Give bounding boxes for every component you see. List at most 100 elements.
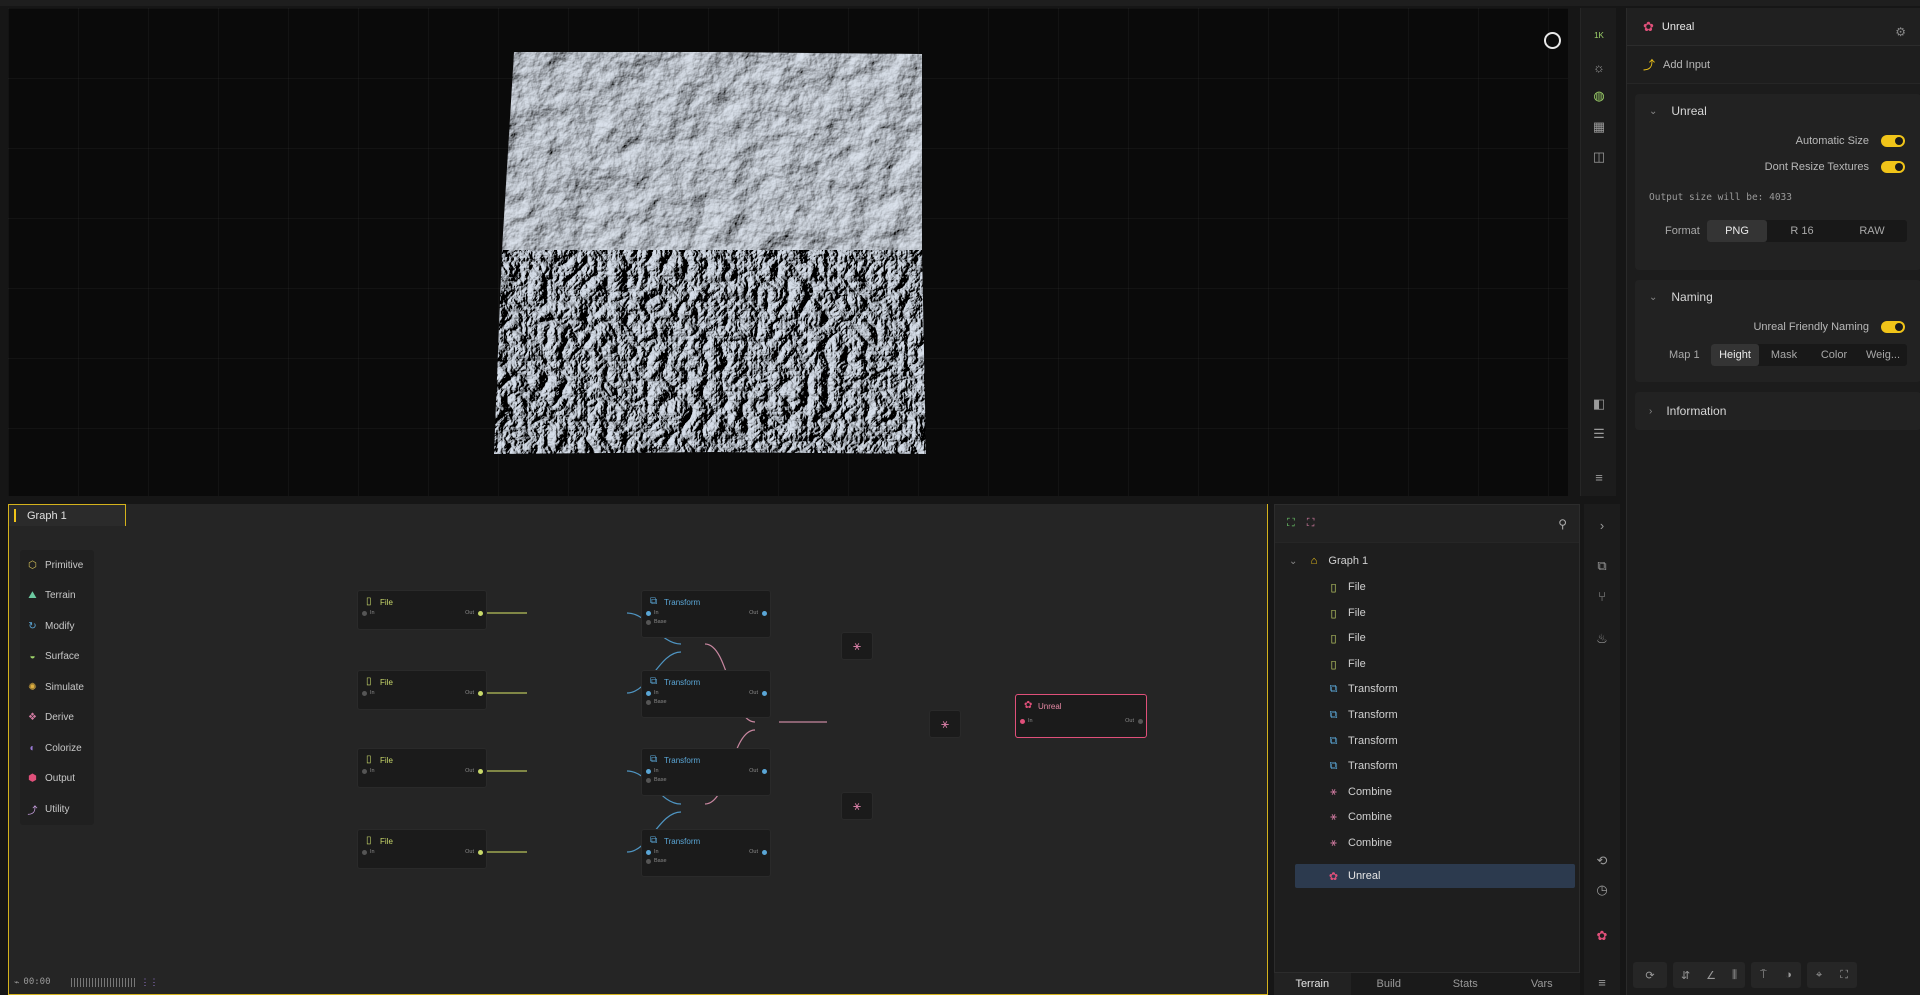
map-height[interactable]: Height — [1711, 344, 1759, 366]
tree-item-combine[interactable]: ⚹ Combine — [1327, 805, 1392, 829]
copy-icon[interactable]: ⧉ — [1584, 553, 1620, 579]
menu-icon[interactable]: ≡ — [1581, 464, 1617, 490]
file-node-1[interactable]: ▯ File In Out — [357, 590, 487, 630]
timer-icon[interactable]: ◷ — [1584, 877, 1620, 903]
in-port[interactable] — [362, 769, 367, 774]
filter-icon[interactable]: ⚲ — [1558, 517, 1567, 531]
frame-tools[interactable]: ⌖ ⛶ — [1807, 962, 1857, 988]
palette-simulate[interactable]: ✺ Simulate — [20, 672, 94, 703]
palette-output[interactable]: ⬢ Output — [20, 764, 94, 795]
tree-item-file[interactable]: ▯ File — [1327, 626, 1365, 650]
base-port[interactable] — [646, 700, 651, 705]
settings-icon[interactable]: ⚙ — [1895, 25, 1906, 39]
in-port[interactable] — [362, 850, 367, 855]
out-port[interactable] — [1138, 719, 1143, 724]
graph-tab[interactable]: Graph 1 — [8, 504, 126, 526]
tree-item-file[interactable]: ▯ File — [1327, 652, 1365, 676]
combine-node-1[interactable]: ⚹ — [841, 632, 873, 660]
tree-item-transform[interactable]: ⧉ Transform — [1327, 677, 1398, 701]
split-view-icon[interactable]: ◧ — [1581, 391, 1617, 417]
loop-icon[interactable]: ⟳ — [1633, 962, 1667, 988]
branch-icon[interactable]: ⑂ — [1584, 583, 1620, 609]
3d-viewport[interactable] — [8, 8, 1568, 496]
out-port[interactable] — [478, 691, 483, 696]
tree-item-transform[interactable]: ⧉ Transform — [1327, 703, 1398, 727]
information-header[interactable]: › Information — [1635, 392, 1920, 430]
out-port[interactable] — [478, 769, 483, 774]
palette-modify[interactable]: ↻ Modify — [20, 611, 94, 642]
in-port[interactable] — [646, 691, 651, 696]
file-node-3[interactable]: ▯ File In Out — [357, 748, 487, 788]
refresh-icon[interactable]: ⟲ — [1584, 848, 1620, 874]
add-input-button[interactable]: ⤴ Add Input — [1627, 46, 1920, 84]
base-port[interactable] — [646, 778, 651, 783]
viewport-gizmo-ring[interactable] — [1544, 32, 1561, 49]
friendly-naming-toggle[interactable] — [1881, 321, 1905, 333]
unreal-section-header[interactable]: ⌄ Unreal — [1635, 94, 1920, 128]
chevron-right-icon[interactable]: › — [1584, 512, 1620, 538]
out-port[interactable] — [762, 611, 767, 616]
sun-icon[interactable]: ☼ — [1581, 54, 1617, 80]
in-port[interactable] — [1020, 719, 1025, 724]
tree-item-combine[interactable]: ⚹ Combine — [1327, 831, 1392, 855]
palette-utility[interactable]: ⤴ Utility — [20, 794, 94, 825]
transform-node-3[interactable]: ⧉ Transform In Base Out — [641, 748, 771, 796]
dont-resize-toggle[interactable] — [1881, 161, 1905, 173]
map-mask[interactable]: Mask — [1759, 344, 1809, 366]
base-port[interactable] — [646, 859, 651, 864]
tree-item-file[interactable]: ▯ File — [1327, 601, 1365, 625]
tab-build[interactable]: Build — [1351, 973, 1428, 995]
transform-node-1[interactable]: ⧉ Transform In Base Out — [641, 590, 771, 638]
information-section[interactable]: › Information — [1635, 392, 1920, 430]
measure-tools[interactable]: ⇵ ∠ ⫼ — [1673, 962, 1745, 988]
tree-item-unreal-selected[interactable]: ✿ Unreal — [1327, 864, 1381, 888]
tree-root[interactable]: ⌄ ⌂ Graph 1 — [1289, 549, 1368, 573]
transform-node-2[interactable]: ⧉ Transform In Base Out — [641, 670, 771, 718]
format-png[interactable]: PNG — [1707, 220, 1767, 242]
in-port[interactable] — [362, 691, 367, 696]
layout-icon[interactable]: ☰ — [1581, 421, 1617, 447]
sphere-icon[interactable]: ◍ — [1581, 83, 1617, 109]
tab-vars[interactable]: Vars — [1504, 973, 1581, 995]
tree-item-transform[interactable]: ⧉ Transform — [1327, 754, 1398, 778]
palette-derive[interactable]: ❖ Derive — [20, 703, 94, 734]
grid-icon[interactable]: ▦ — [1581, 114, 1617, 140]
combine-node-2[interactable]: ⚹ — [841, 792, 873, 820]
tab-stats[interactable]: Stats — [1427, 973, 1504, 995]
timeline[interactable]: ⌁ 00:00 ⋮⋮ — [14, 974, 159, 990]
tree-item-transform[interactable]: ⧉ Transform — [1327, 729, 1398, 753]
palette-primitive[interactable]: ⬡ Primitive — [20, 550, 94, 581]
in-port[interactable] — [646, 850, 651, 855]
palette-terrain[interactable]: ⛰ Terrain — [20, 581, 94, 612]
out-port[interactable] — [762, 769, 767, 774]
format-r16[interactable]: R 16 — [1767, 220, 1837, 242]
grid-icon[interactable]: ⋮⋮ — [141, 977, 159, 988]
map-weight[interactable]: Weig... — [1859, 344, 1907, 366]
out-port[interactable] — [478, 611, 483, 616]
in-port[interactable] — [646, 611, 651, 616]
file-node-2[interactable]: ▯ File In Out — [357, 670, 487, 710]
deselect-icon[interactable]: ⛶ — [1307, 517, 1315, 530]
out-port[interactable] — [762, 691, 767, 696]
tree-item-combine[interactable]: ⚹ Combine — [1327, 780, 1392, 804]
tab-terrain[interactable]: Terrain — [1274, 973, 1351, 995]
file-node-4[interactable]: ▯ File In Out — [357, 829, 487, 869]
in-port[interactable] — [362, 611, 367, 616]
in-port[interactable] — [646, 769, 651, 774]
automatic-size-toggle[interactable] — [1881, 135, 1905, 147]
combine-node-3[interactable]: ⚹ — [929, 710, 961, 738]
out-port[interactable] — [762, 850, 767, 855]
unreal-export-icon[interactable]: ✿ — [1584, 923, 1620, 949]
naming-section-header[interactable]: ⌄ Naming — [1635, 280, 1920, 314]
transform-node-4[interactable]: ⧉ Transform In Base Out — [641, 829, 771, 877]
tree-item-file[interactable]: ▯ File — [1327, 575, 1365, 599]
resolution-badge[interactable]: 1K — [1581, 22, 1617, 48]
select-icon[interactable]: ⛶ — [1287, 517, 1295, 530]
palette-colorize[interactable]: ◐ Colorize — [20, 733, 94, 764]
format-raw[interactable]: RAW — [1837, 220, 1907, 242]
map-color[interactable]: Color — [1809, 344, 1859, 366]
base-port[interactable] — [646, 620, 651, 625]
graph-canvas[interactable]: ▯ File In Out ▯ File In Out ▯ File In Ou… — [8, 504, 1268, 995]
palette-surface[interactable]: ◒ Surface — [20, 642, 94, 673]
unreal-output-node[interactable]: ✿ Unreal In Out — [1015, 694, 1147, 738]
